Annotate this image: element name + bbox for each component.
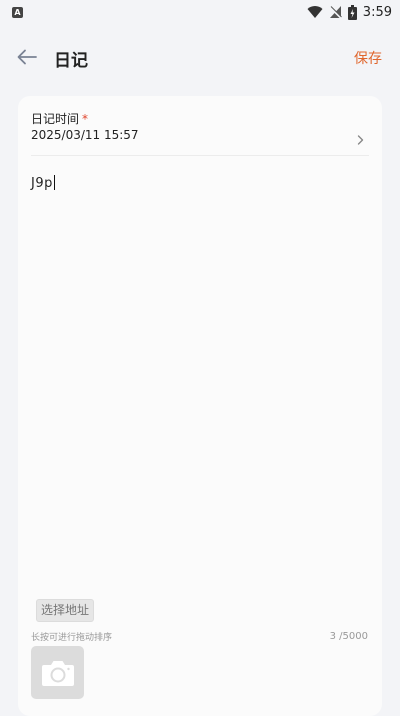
battery-charging-icon bbox=[347, 4, 357, 20]
diary-content-value: J9p bbox=[31, 176, 53, 191]
a-square-icon: A bbox=[12, 6, 23, 18]
wifi-icon bbox=[307, 6, 323, 19]
camera-icon bbox=[41, 660, 74, 686]
page-title: 日记 bbox=[54, 51, 88, 71]
select-address-button[interactable]: 选择地址 bbox=[36, 599, 95, 622]
add-photo-button[interactable] bbox=[31, 646, 84, 699]
required-mark: * bbox=[82, 112, 89, 126]
signal-off-icon bbox=[329, 6, 342, 19]
status-time: 3:59 bbox=[362, 4, 392, 20]
time-picker-button[interactable] bbox=[357, 130, 364, 149]
arrow-left-icon bbox=[17, 49, 37, 65]
diary-time-label: 日记时间 * bbox=[31, 110, 88, 127]
diary-time-value[interactable]: 2025/03/11 15:57 bbox=[31, 128, 139, 142]
divider bbox=[31, 155, 369, 156]
drag-sort-hint: 长按可进行拖动排序 bbox=[31, 633, 113, 643]
chevron-right-icon bbox=[357, 135, 364, 145]
diary-form-card: 日记时间 * 2025/03/11 15:57 J9p 选择地址 长按可进行拖动排… bbox=[18, 96, 382, 716]
diary-time-label-text: 日记时间 bbox=[31, 112, 80, 126]
save-button[interactable]: 保存 bbox=[354, 48, 382, 68]
diary-content-input[interactable]: J9p bbox=[31, 175, 56, 191]
text-cursor bbox=[53, 175, 56, 190]
header: 日记 保存 bbox=[0, 38, 400, 76]
status-bar: A 3:59 bbox=[0, 0, 400, 24]
back-button[interactable] bbox=[14, 45, 40, 69]
char-count: 3 /5000 bbox=[329, 631, 368, 642]
